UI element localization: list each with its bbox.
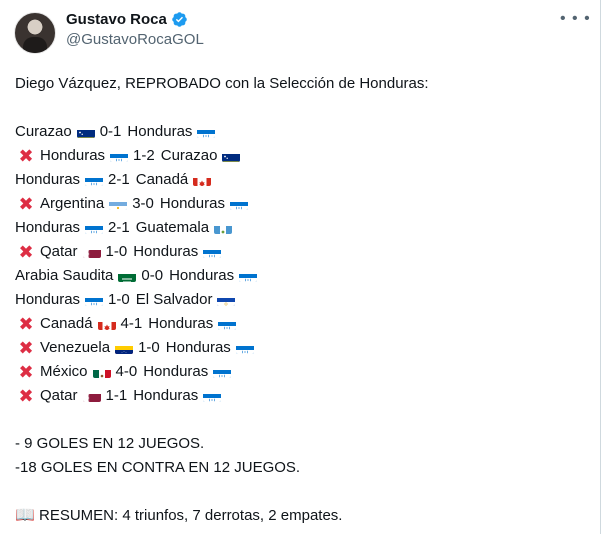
home-team: Honduras [15,291,81,308]
honduras-flag-icon [110,150,129,162]
away-team: Honduras [143,363,209,380]
honduras-flag-icon [85,174,104,186]
honduras-flag-icon [213,366,232,378]
match-score: 4-0 [115,363,138,380]
canada-flag-icon [97,318,116,330]
match-row: Arabia Saudita 0-0 Honduras [15,264,585,288]
home-team: Qatar [40,243,78,260]
away-team: Honduras [148,315,214,332]
home-team: México [40,363,88,380]
match-row: ✖ Qatar 1-1 Honduras [15,384,585,408]
home-team: Argentina [40,195,105,212]
honduras-flag-icon [85,222,104,234]
verified-badge-icon [172,12,187,27]
tweet-text: Diego Vázquez, REPROBADO con la Selecció… [15,72,585,528]
summary-line: 📖 RESUMEN: 4 triunfos, 7 derrotas, 2 emp… [15,504,585,528]
match-score: 4-1 [120,315,143,332]
summary-text: RESUMEN: 4 triunfos, 7 derrotas, 2 empat… [39,507,343,524]
home-team: Honduras [15,219,81,236]
goals-against-stat: -18 GOLES EN CONTRA EN 12 JUEGOS. [15,459,301,476]
away-team: Honduras [169,267,235,284]
home-team: Honduras [40,147,106,164]
argentina-flag-icon [109,198,128,210]
cross-mark-icon: ✖ [18,362,34,382]
elsalvador-flag-icon [217,294,236,306]
match-score: 0-1 [99,123,122,140]
home-team: Venezuela [40,339,111,356]
cross-mark-icon: ✖ [18,146,34,166]
goals-for-stat: - 9 GOLES EN 12 JUEGOS. [15,435,205,452]
honduras-flag-icon [203,246,222,258]
author-name[interactable]: Gustavo Roca [66,11,167,28]
match-row: Curazao 0-1 Honduras [15,120,585,144]
home-team: Honduras [15,171,81,188]
qatar-flag-icon [82,390,101,402]
match-row: Honduras 1-0 El Salvador [15,288,585,312]
honduras-flag-icon [218,318,237,330]
match-row: ✖ México 4-0 Honduras [15,360,585,384]
saudi-flag-icon [118,270,137,282]
match-score: 1-2 [133,147,155,164]
honduras-flag-icon [203,390,222,402]
match-row: Honduras 2-1 Canadá [15,168,585,192]
away-team: Honduras [159,195,225,212]
match-score: 1-0 [105,243,128,260]
away-team: Curazao [160,147,218,164]
tweet-heading: Diego Vázquez, REPROBADO con la Selecció… [15,75,429,92]
away-team: El Salvador [135,291,213,308]
match-row: ✖ Venezuela 1-0 Honduras [15,336,585,360]
curacao-flag-icon [76,126,95,138]
match-score: 1-0 [138,339,160,356]
canada-flag-icon [193,174,212,186]
qatar-flag-icon [82,246,101,258]
honduras-flag-icon [229,198,248,210]
home-team: Arabia Saudita [15,267,114,284]
match-row: Honduras 2-1 Guatemala [15,216,585,240]
guatemala-flag-icon [214,222,233,234]
open-book-icon: 📖 [15,507,35,524]
venezuela-flag-icon [115,342,134,354]
honduras-flag-icon [85,294,104,306]
author-row: Gustavo Roca [66,11,188,28]
away-team: Honduras [133,243,199,260]
away-team: Honduras [133,387,199,404]
match-row: ✖ Honduras 1-2 Curazao [15,144,585,168]
match-row: ✖ Argentina 3-0 Honduras [15,192,585,216]
away-team: Canadá [135,171,189,188]
match-score: 2-1 [108,171,130,188]
curacao-flag-icon [222,150,241,162]
match-row: ✖ Canadá 4-1 Honduras [15,312,585,336]
honduras-flag-icon [197,126,216,138]
cross-mark-icon: ✖ [18,194,34,214]
match-score: 2-1 [108,219,130,236]
match-score: 1-0 [108,291,130,308]
honduras-flag-icon [235,342,254,354]
match-list: Curazao 0-1 Honduras ✖ Honduras 1-2 Curazao Hon… [15,120,585,408]
match-score: 1-1 [105,387,128,404]
tweet-card: Gustavo Roca @GustavoRocaGOL • • • Diego… [0,0,601,534]
home-team: Curazao [15,123,72,140]
author-handle[interactable]: @GustavoRocaGOL [66,31,204,48]
more-horizontal-icon[interactable]: • • • [560,10,591,28]
cross-mark-icon: ✖ [18,386,34,406]
home-team: Qatar [40,387,78,404]
away-team: Honduras [127,123,193,140]
home-team: Canadá [40,315,93,332]
match-score: 0-0 [141,267,164,284]
cross-mark-icon: ✖ [18,338,34,358]
mexico-flag-icon [92,366,111,378]
honduras-flag-icon [239,270,258,282]
away-team: Honduras [165,339,231,356]
cross-mark-icon: ✖ [18,314,34,334]
match-score: 3-0 [132,195,154,212]
avatar[interactable] [14,12,56,54]
cross-mark-icon: ✖ [18,242,34,262]
away-team: Guatemala [135,219,210,236]
match-row: ✖ Qatar 1-0 Honduras [15,240,585,264]
